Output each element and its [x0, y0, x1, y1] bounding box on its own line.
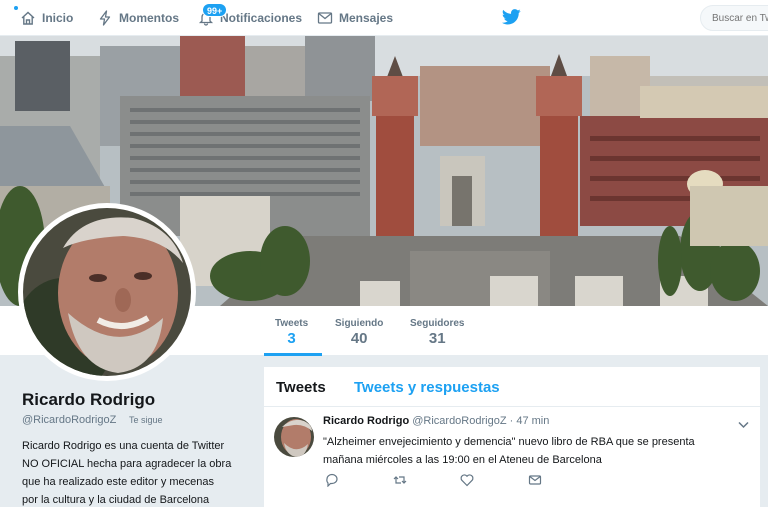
- timeline-tabs: Tweets Tweets y respuestas: [264, 367, 760, 407]
- tab-following[interactable]: Siguiendo 40: [335, 318, 383, 347]
- nav-home-label: Inicio: [42, 11, 74, 25]
- reply-icon: [326, 473, 338, 487]
- bio-line: que ha realizado este editor y mecenas: [22, 476, 215, 488]
- tweet-text-line: mañana miércoles a las 19:00 en el Atene…: [323, 454, 602, 466]
- tweet-author-handle[interactable]: @RicardoRodrigoZ: [412, 415, 506, 427]
- profile-avatar[interactable]: [18, 203, 196, 381]
- like-icon: [460, 474, 474, 487]
- nav-messages[interactable]: Mensajes: [317, 0, 393, 36]
- tab-followers-count: 31: [428, 330, 446, 347]
- active-tab-underline: [264, 353, 322, 356]
- tab-timeline-tweets[interactable]: Tweets: [276, 379, 326, 396]
- lightning-icon: [99, 10, 111, 26]
- tweet-text-line: "Alzheimer envejecimiento y demencia" nu…: [323, 436, 695, 448]
- tweet-text: "Alzheimer envejecimiento y demencia" nu…: [323, 433, 703, 469]
- new-content-dot: [14, 6, 18, 10]
- tab-tweets-label: Tweets: [275, 318, 309, 329]
- search-input[interactable]: [700, 5, 768, 31]
- nav-notifications-label: Notificaciones: [220, 11, 303, 25]
- tab-followers-label: Seguidores: [410, 318, 465, 329]
- tweet-separator: ·: [509, 415, 514, 427]
- envelope-icon: [317, 12, 333, 24]
- nav-moments[interactable]: Momentos: [97, 0, 179, 36]
- tweet-timestamp[interactable]: 47 min: [516, 415, 549, 427]
- twitter-bird-icon[interactable]: [502, 9, 521, 25]
- tab-tweets-and-replies[interactable]: Tweets y respuestas: [354, 379, 500, 396]
- direct-message-icon: [528, 475, 542, 485]
- profile-name[interactable]: Ricardo Rodrigo: [22, 390, 155, 410]
- follows-you-label: Te sigue: [129, 415, 163, 425]
- tab-tweets-count: 3: [287, 330, 296, 347]
- avatar-photo: [23, 208, 191, 376]
- home-icon: [21, 11, 35, 25]
- tab-following-count: 40: [350, 330, 368, 347]
- chevron-down-icon[interactable]: [738, 421, 749, 429]
- tweet[interactable]: Ricardo Rodrigo @RicardoRodrigoZ · 47 mi…: [264, 407, 760, 507]
- nav-messages-label: Mensajes: [339, 11, 394, 25]
- tab-following-label: Siguiendo: [335, 318, 384, 329]
- direct-message-button[interactable]: [528, 473, 542, 487]
- tab-followers[interactable]: Seguidores 31: [410, 318, 464, 347]
- retweet-icon: [393, 476, 407, 484]
- tweet-avatar[interactable]: [274, 417, 314, 457]
- bio-line: NO OFICIAL hecha para agradecer la obra: [22, 458, 232, 470]
- tweet-author-name[interactable]: Ricardo Rodrigo: [323, 415, 409, 427]
- reply-button[interactable]: [325, 473, 339, 487]
- profile-handle[interactable]: @RicardoRodrigoZ: [22, 414, 116, 426]
- nav-home[interactable]: Inicio: [20, 0, 73, 36]
- retweet-button[interactable]: [393, 473, 407, 487]
- top-navigation: Inicio Momentos Notificaciones 99+ Mensa…: [0, 0, 768, 36]
- notifications-badge: 99+: [202, 3, 228, 17]
- profile-bio: Ricardo Rodrigo es una cuenta de Twitter…: [22, 437, 254, 507]
- like-button[interactable]: [460, 473, 474, 487]
- tweet-header: Ricardo Rodrigo @RicardoRodrigoZ · 47 mi…: [323, 415, 549, 427]
- tab-tweets[interactable]: Tweets 3: [275, 318, 308, 347]
- nav-moments-label: Momentos: [119, 11, 179, 25]
- bio-line: Ricardo Rodrigo es una cuenta de Twitter: [22, 440, 225, 452]
- bio-line: por la cultura y la ciudad de Barcelona: [22, 494, 210, 506]
